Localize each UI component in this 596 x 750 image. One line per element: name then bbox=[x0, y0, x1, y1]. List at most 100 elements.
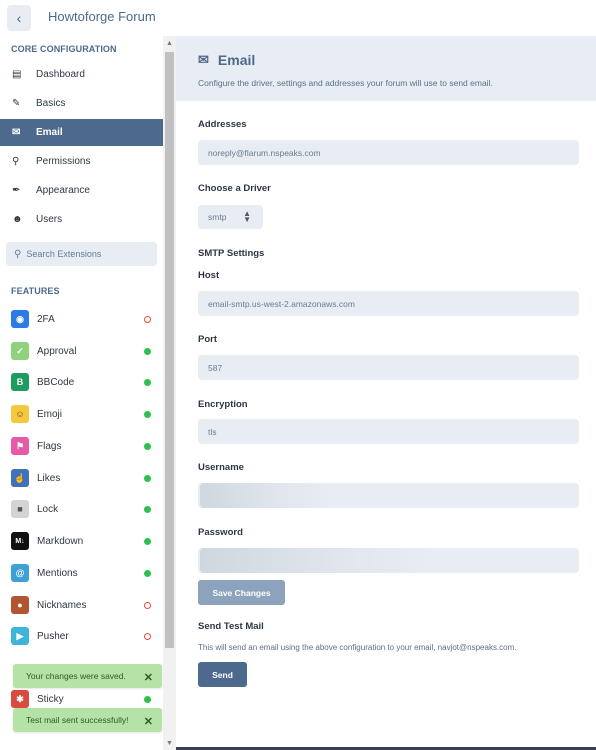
back-button[interactable]: ‹ bbox=[7, 5, 31, 31]
send-test-mail-heading: Send Test Mail bbox=[198, 621, 264, 632]
extension-item-pusher[interactable]: ▶ Pusher bbox=[0, 624, 163, 648]
sidebar-item-email[interactable]: ✉ Email bbox=[0, 119, 163, 146]
sidebar-scrollbar[interactable]: ▲ ▼ bbox=[163, 36, 176, 750]
extension-label: Likes bbox=[37, 472, 61, 484]
extension-label: Mentions bbox=[37, 567, 78, 579]
toast-changes-saved: Your changes were saved. ✕ bbox=[13, 664, 162, 688]
extension-label: Approval bbox=[37, 345, 77, 357]
extension-item-lock[interactable]: ■ Lock bbox=[0, 497, 163, 521]
check-icon: ✓ bbox=[11, 342, 29, 360]
forum-title[interactable]: Howtoforge Forum bbox=[48, 9, 156, 24]
extension-label: 2FA bbox=[37, 313, 55, 325]
send-button[interactable]: Send bbox=[198, 662, 247, 687]
scroll-down-icon[interactable]: ▼ bbox=[163, 736, 176, 750]
toast-text: Test mail sent successfully! bbox=[26, 715, 129, 725]
sidebar-item-basics[interactable]: ✎ Basics bbox=[0, 90, 163, 117]
app-header: ‹ Howtoforge Forum bbox=[0, 0, 596, 36]
envelope-icon: ✉ bbox=[12, 127, 21, 138]
toast-text: Your changes were saved. bbox=[26, 671, 126, 681]
brush-icon: ✒ bbox=[12, 185, 21, 196]
page-title: Email bbox=[217, 52, 256, 68]
extension-item-flags[interactable]: ⚑ Flags bbox=[0, 434, 163, 458]
redacted-username bbox=[200, 483, 330, 508]
host-label: Host bbox=[198, 270, 220, 281]
status-enabled-icon bbox=[144, 348, 151, 355]
sidebar-item-appearance[interactable]: ✒ Appearance bbox=[0, 177, 163, 204]
search-placeholder: Search Extensions bbox=[26, 249, 102, 259]
extension-label: Markdown bbox=[37, 535, 84, 547]
status-enabled-icon bbox=[144, 379, 151, 386]
chart-icon: ▤ bbox=[12, 69, 22, 80]
shield-icon: ◉ bbox=[11, 310, 29, 328]
encryption-label: Encryption bbox=[198, 399, 248, 410]
extension-label: Pusher bbox=[37, 630, 69, 642]
username-label: Username bbox=[198, 462, 244, 473]
sidebar-item-label: Email bbox=[36, 127, 63, 138]
key-icon: ⚲ bbox=[12, 156, 20, 167]
redacted-password bbox=[200, 548, 430, 573]
status-enabled-icon bbox=[144, 443, 151, 450]
driver-label: Choose a Driver bbox=[198, 183, 271, 194]
driver-value: smtp bbox=[208, 212, 227, 222]
pusher-icon: ▶ bbox=[11, 627, 29, 645]
user-card-icon: ● bbox=[11, 596, 29, 614]
encryption-input[interactable]: tls bbox=[198, 419, 579, 444]
driver-select[interactable]: smtp ▲ ▼ bbox=[198, 205, 263, 229]
status-enabled-icon bbox=[144, 538, 151, 545]
sidebar-item-label: Dashboard bbox=[36, 69, 85, 80]
sidebar-item-label: Users bbox=[36, 214, 63, 225]
thumbs-up-icon: ☝ bbox=[11, 469, 29, 487]
page-description: Configure the driver, settings and addre… bbox=[198, 78, 493, 88]
email-settings-page: ✉ Email Configure the driver, settings a… bbox=[176, 36, 596, 750]
core-configuration-heading: CORE CONFIGURATION bbox=[11, 44, 117, 54]
smtp-settings-heading: SMTP Settings bbox=[198, 248, 265, 259]
close-icon[interactable]: ✕ bbox=[144, 671, 153, 684]
pin-icon: ✱ bbox=[11, 690, 29, 708]
extension-label: Nicknames bbox=[37, 599, 87, 611]
password-label: Password bbox=[198, 527, 243, 538]
addresses-input[interactable]: noreply@flarum.nspeaks.com bbox=[198, 140, 579, 165]
extension-item-emoji[interactable]: ☺ Emoji bbox=[0, 402, 163, 426]
flag-icon: ⚑ bbox=[11, 437, 29, 455]
sidebar-item-label: Appearance bbox=[36, 185, 90, 196]
extension-item-mentions[interactable]: @ Mentions bbox=[0, 561, 163, 585]
port-input[interactable]: 587 bbox=[198, 355, 579, 380]
close-icon[interactable]: ✕ bbox=[144, 715, 153, 728]
extension-item-bbcode[interactable]: B BBCode bbox=[0, 370, 163, 394]
extension-item-markdown[interactable]: M↓ Markdown bbox=[0, 529, 163, 553]
sidebar: CORE CONFIGURATION ▤ Dashboard ✎ Basics … bbox=[0, 36, 163, 750]
host-input[interactable]: email-smtp.us-west-2.amazonaws.com bbox=[198, 291, 579, 316]
status-enabled-icon bbox=[144, 475, 151, 482]
features-heading: FEATURES bbox=[11, 286, 60, 296]
smile-icon: ☺ bbox=[11, 405, 29, 423]
extension-label: Sticky bbox=[37, 693, 64, 705]
extension-label: Emoji bbox=[37, 408, 63, 420]
select-caret-icon: ▲ ▼ bbox=[243, 209, 251, 224]
extension-label: Lock bbox=[37, 503, 59, 515]
lock-icon: ■ bbox=[11, 500, 29, 518]
pencil-icon: ✎ bbox=[12, 98, 21, 109]
status-enabled-icon bbox=[144, 696, 151, 703]
scroll-up-icon[interactable]: ▲ bbox=[163, 36, 176, 50]
test-mail-description: This will send an email using the above … bbox=[198, 643, 517, 652]
search-extensions-input[interactable]: ⚲ Search Extensions bbox=[6, 242, 157, 266]
extension-item-approval[interactable]: ✓ Approval bbox=[0, 339, 163, 363]
extension-item-2fa[interactable]: ◉ 2FA bbox=[0, 307, 163, 331]
toast-test-mail-sent: Test mail sent successfully! ✕ bbox=[13, 708, 162, 732]
sidebar-item-users[interactable]: ☻ Users bbox=[0, 206, 163, 233]
status-enabled-icon bbox=[144, 570, 151, 577]
search-icon: ⚲ bbox=[14, 248, 22, 260]
extension-item-likes[interactable]: ☝ Likes bbox=[0, 466, 163, 490]
chevron-left-icon: ‹ bbox=[16, 10, 22, 26]
page-header: ✉ Email Configure the driver, settings a… bbox=[176, 36, 596, 101]
sidebar-item-label: Basics bbox=[36, 98, 66, 109]
envelope-icon: ✉ bbox=[198, 52, 209, 67]
extension-label: Flags bbox=[37, 440, 62, 452]
scroll-thumb[interactable] bbox=[165, 52, 174, 648]
status-disabled-icon bbox=[144, 316, 151, 323]
save-changes-button[interactable]: Save Changes bbox=[198, 580, 285, 605]
sidebar-item-permissions[interactable]: ⚲ Permissions bbox=[0, 148, 163, 175]
status-disabled-icon bbox=[144, 602, 151, 609]
extension-item-nicknames[interactable]: ● Nicknames bbox=[0, 593, 163, 617]
sidebar-item-dashboard[interactable]: ▤ Dashboard bbox=[0, 61, 163, 88]
